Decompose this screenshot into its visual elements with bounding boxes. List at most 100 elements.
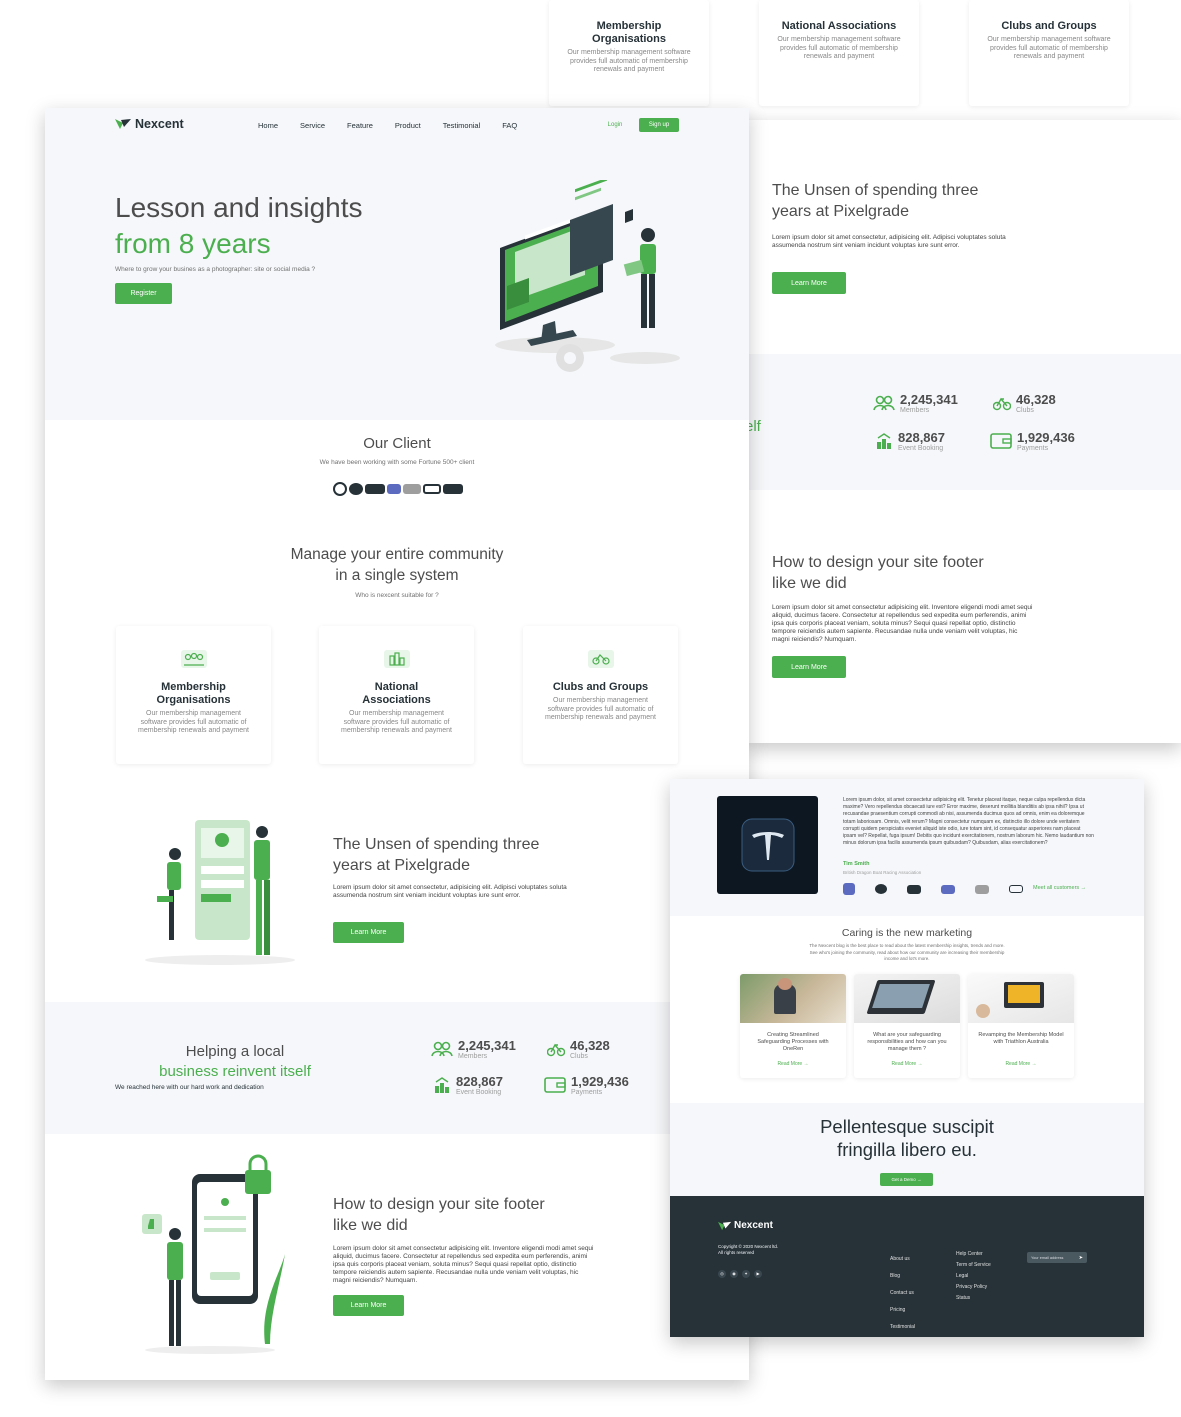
client-title: Our Client <box>363 435 431 452</box>
stat-label: Clubs <box>1016 407 1034 414</box>
nav-logo[interactable]: Nexcent <box>115 117 184 131</box>
back-stat-payments: 1,929,436 Payments <box>990 430 1075 452</box>
helping-title-2: business reinvent itself <box>159 1063 311 1080</box>
back-unseen-text: Lorem ipsum dolor sit amet consectetur, … <box>772 234 1006 249</box>
get-demo-button[interactable]: Get a Demo → <box>880 1173 933 1186</box>
nav-link-testimonial[interactable]: Testimonial <box>443 121 481 130</box>
dribbble-icon[interactable]: ◉ <box>730 1270 738 1278</box>
client-logos <box>333 482 463 496</box>
unseen-title: The Unsen of spending three years at Pix… <box>333 834 539 876</box>
person-sitting <box>157 848 181 940</box>
community-card-title: Membership Organisations <box>156 681 231 706</box>
back-footer-design-learn-more[interactable]: Learn More <box>772 656 846 678</box>
person-standing <box>254 826 270 955</box>
footer-link-status[interactable]: Status <box>956 1295 991 1301</box>
payments-icon <box>544 1077 566 1093</box>
marketing-title: Caring is the new marketing <box>841 927 973 939</box>
top-card-title: Clubs and Groups <box>1001 20 1097 32</box>
nav-link-service[interactable]: Service <box>300 121 325 130</box>
community-title-2: in a single system <box>335 567 459 584</box>
footer-link-testimonial[interactable]: Testimonial <box>890 1324 915 1330</box>
blog-image-2 <box>854 974 960 1023</box>
nav-link-faq[interactable]: FAQ <box>502 121 517 130</box>
nav-link-feature[interactable]: Feature <box>347 121 373 130</box>
tesla-logo-icon <box>741 818 794 872</box>
register-button[interactable]: Register <box>115 283 172 304</box>
instagram-icon[interactable]: ◎ <box>718 1270 726 1278</box>
helping-title: Helping a local business reinvent itself <box>115 1042 355 1082</box>
blog-card-2[interactable]: What are your safeguarding responsibilit… <box>854 974 960 1078</box>
stat-value: 828,867 <box>456 1074 503 1089</box>
clubs-icon <box>547 1043 565 1057</box>
client-logo-5 <box>403 484 421 494</box>
payments-icon <box>990 433 1012 449</box>
testimonial-name: Tim Smith <box>843 861 870 867</box>
hero-illustration <box>495 180 680 372</box>
login-button[interactable]: Login <box>598 118 632 132</box>
blog-read-more[interactable]: Read More → <box>854 1061 960 1067</box>
client-logo-7 <box>443 484 463 494</box>
footer-link-terms[interactable]: Term of Service <box>956 1262 991 1268</box>
nav-link-home[interactable]: Home <box>258 121 278 130</box>
footer-link-blog[interactable]: Blog <box>890 1273 915 1279</box>
unseen-title-1: The Unsen of spending three <box>333 836 540 853</box>
top-card-clubs: Clubs and Groups Our membership manageme… <box>969 0 1129 106</box>
footer-email-box[interactable]: Your email address ➤ <box>1027 1252 1087 1263</box>
unseen-learn-more[interactable]: Learn More <box>333 922 404 943</box>
blog-card-3[interactable]: Revamping the Membership Model with Tria… <box>968 974 1074 1078</box>
footer-link-privacy[interactable]: Privacy Policy <box>956 1284 991 1290</box>
customer-logo-4 <box>941 884 955 894</box>
stat-label: Event Booking <box>456 1089 502 1096</box>
community-title: Manage your entire community in a single… <box>45 544 749 586</box>
footer-design-learn-more[interactable]: Learn More <box>333 1295 404 1316</box>
back-unseen-title: The Unsen of spending three years at Pix… <box>772 180 978 222</box>
footer-design-text: Lorem ipsum dolor sit amet consectetur a… <box>333 1245 594 1284</box>
hero-title: Lesson and insights from 8 years <box>115 190 363 262</box>
youtube-icon[interactable]: ▶ <box>754 1270 762 1278</box>
send-icon[interactable]: ➤ <box>1079 1255 1083 1261</box>
client-logo-3 <box>365 484 385 494</box>
back-stat-members: 2,245,341 Members <box>873 392 958 414</box>
top-card-title: National Associations <box>781 20 897 32</box>
blog-read-more[interactable]: Read More → <box>740 1061 846 1067</box>
testimonial-text: Lorem ipsum dolor, sit amet consectetur … <box>843 797 1094 847</box>
back-stats-band: elf 2,245,341 Members 46,328 Clubs 828,867… <box>745 354 1181 490</box>
event-booking-icon <box>435 1077 449 1093</box>
hero-title-line2: from 8 years <box>115 228 271 259</box>
signup-button[interactable]: Sign up <box>639 118 679 132</box>
stat-value: 46,328 <box>1016 392 1056 407</box>
footer-email-input[interactable]: Your email address <box>1031 1256 1063 1260</box>
footer-link-pricing[interactable]: Pricing <box>890 1307 915 1313</box>
person-figure <box>167 1228 183 1346</box>
footer-logo[interactable]: Nexcent <box>718 1220 773 1231</box>
footer-link-legal[interactable]: Legal <box>956 1273 991 1279</box>
client-logo-4 <box>387 484 401 494</box>
nexcent-logo-icon <box>115 119 131 129</box>
customer-logo-5 <box>975 884 989 894</box>
stat-label: Payments <box>1017 445 1049 452</box>
testimonial-role: British Dragon Boat Racing Association <box>843 870 922 875</box>
community-card-desc: Our membership management software provi… <box>545 697 656 721</box>
nav-link-product[interactable]: Product <box>395 121 421 130</box>
top-card-membership: Membership Organisations Our membership … <box>549 0 709 106</box>
stat-value: 2,245,341 <box>458 1038 516 1053</box>
back-footer-design-title-2: like we did <box>772 575 847 592</box>
footer-link-help[interactable]: Help Center <box>956 1251 991 1257</box>
marketing-subtitle: The Nexcent blog is the best place to re… <box>809 943 1005 961</box>
footer-link-contact[interactable]: Contact us <box>890 1290 915 1296</box>
meet-all-customers-link[interactable]: Meet all customers → <box>1033 885 1086 891</box>
blog-read-more[interactable]: Read More → <box>968 1061 1074 1067</box>
site-footer: Nexcent Copyright © 2020 Nexcent ltd. Al… <box>670 1196 1144 1337</box>
back-unseen-learn-more[interactable]: Learn More <box>772 272 846 294</box>
blog-card-1[interactable]: Creating Streamlined Safeguarding Proces… <box>740 974 846 1078</box>
stat-label: Members <box>458 1053 488 1060</box>
twitter-icon[interactable]: ✦ <box>742 1270 750 1278</box>
footer-design-title-1: How to design your site footer <box>333 1196 545 1213</box>
members-icon <box>873 395 895 411</box>
stat-members: 2,245,341 Members <box>431 1038 516 1060</box>
community-card-clubs: Clubs and Groups Our membership manageme… <box>523 626 678 764</box>
top-card-desc: Our membership management software provi… <box>567 49 691 73</box>
testimonial-logos <box>843 883 1023 895</box>
footer-link-about[interactable]: About us <box>890 1256 915 1262</box>
community-card-title: Clubs and Groups <box>552 681 649 693</box>
